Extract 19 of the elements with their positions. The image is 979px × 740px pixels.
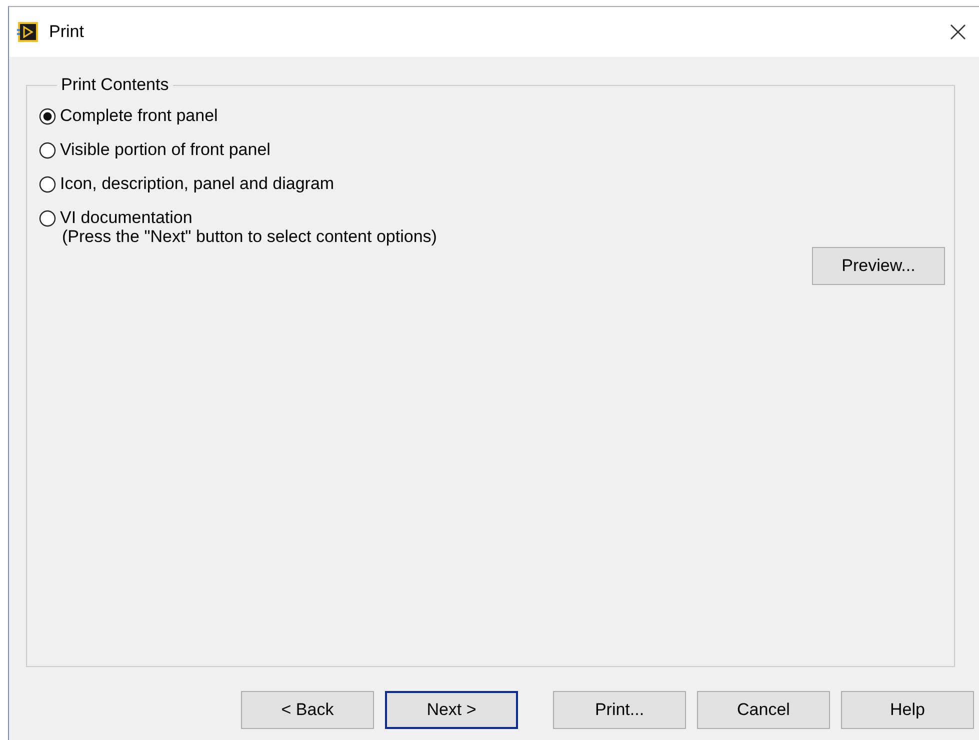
option-label: Visible portion of front panel xyxy=(60,140,270,160)
close-icon[interactable] xyxy=(949,23,967,41)
option-label: Icon, description, panel and diagram xyxy=(60,174,334,194)
radio-button[interactable] xyxy=(39,210,56,226)
option-note: (Press the "Next" button to select content options) xyxy=(61,227,438,247)
radio-button[interactable] xyxy=(39,108,56,124)
cancel-button[interactable]: Cancel xyxy=(697,691,830,729)
help-button[interactable]: Help xyxy=(841,691,974,729)
option-label: VI documentation xyxy=(60,208,192,228)
group-title: Print Contents xyxy=(60,75,170,95)
app-icon xyxy=(17,21,39,43)
window-title: Print xyxy=(49,22,84,42)
preview-button[interactable]: Preview... xyxy=(812,247,945,285)
next-button[interactable]: Next > xyxy=(385,691,518,729)
radio-button[interactable] xyxy=(39,176,56,192)
back-button[interactable]: < Back xyxy=(241,691,374,729)
option-label: Complete front panel xyxy=(60,106,218,126)
radio-button[interactable] xyxy=(39,142,56,158)
print-button[interactable]: Print... xyxy=(553,691,686,729)
